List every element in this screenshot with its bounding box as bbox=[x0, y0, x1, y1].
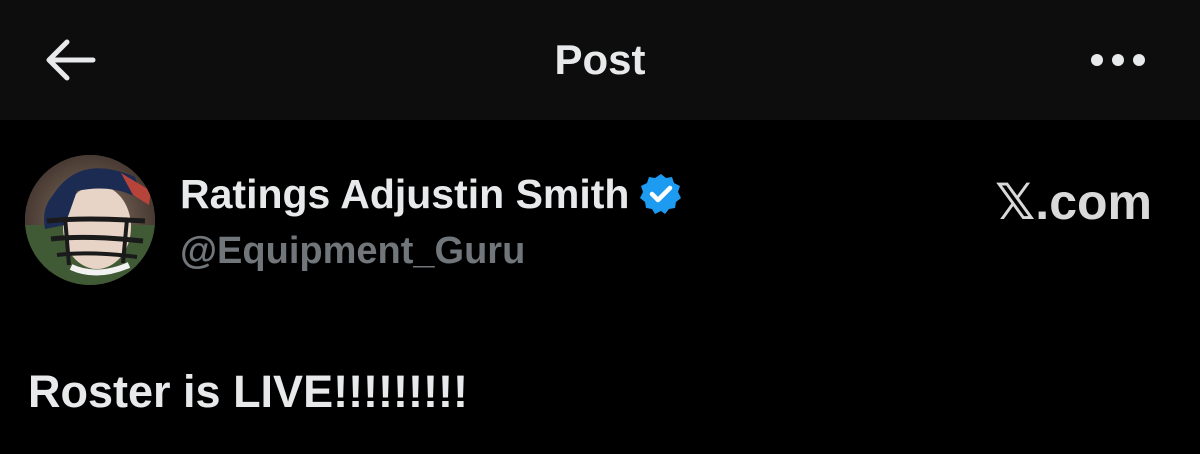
more-options-button[interactable] bbox=[1086, 36, 1150, 84]
author-handle[interactable]: @Equipment_Guru bbox=[180, 226, 683, 276]
author-display-name: Ratings Adjustin Smith bbox=[180, 171, 630, 217]
top-app-bar: Post bbox=[0, 0, 1200, 120]
more-horizontal-icon bbox=[1091, 54, 1145, 66]
page-title: Post bbox=[554, 36, 646, 83]
verified-badge-icon bbox=[639, 172, 683, 216]
avatar-image bbox=[25, 155, 155, 285]
x-com-watermark: 𝕏.com bbox=[995, 174, 1152, 230]
author-name-row[interactable]: Ratings Adjustin Smith bbox=[180, 166, 683, 222]
post-text: Roster is LIVE!!!!!!!!! bbox=[28, 366, 468, 417]
author-avatar[interactable] bbox=[25, 155, 155, 285]
author-block: Ratings Adjustin Smith @Equipment_Guru bbox=[180, 166, 683, 276]
